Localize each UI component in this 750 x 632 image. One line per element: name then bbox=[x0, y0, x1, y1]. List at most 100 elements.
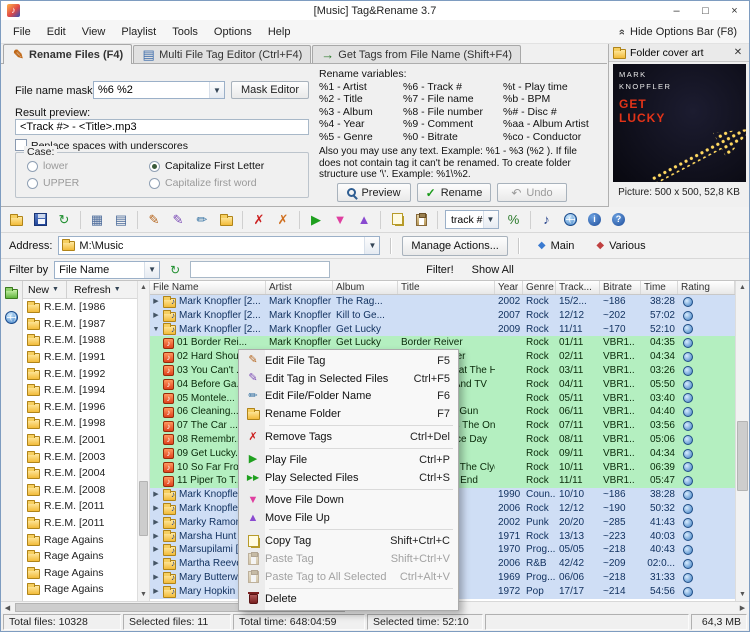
scrollbar-thumb[interactable] bbox=[737, 421, 748, 491]
tree-folder-item[interactable]: R.E.M. [2001 bbox=[23, 432, 137, 449]
folder-row[interactable]: ▶Mark Knopfler [2...Mark KnopflerKill to… bbox=[150, 309, 735, 323]
filter-field-combo[interactable]: File Name ▼ bbox=[54, 261, 160, 279]
column-header-track[interactable]: Track... bbox=[556, 281, 600, 294]
menu-tools[interactable]: Tools bbox=[164, 24, 206, 40]
undo-button[interactable]: ↶ Undo bbox=[497, 183, 567, 202]
tree-folder-item[interactable]: R.E.M. [2011 bbox=[23, 515, 137, 532]
menu-item-paste-tag-to-all-selected-files[interactable]: Paste Tag to All Selected FilesCtrl+Alt+… bbox=[241, 568, 456, 586]
tab-get-tags-from-file-name[interactable]: →Get Tags from File Name (Shift+F4) bbox=[312, 45, 521, 63]
help-button[interactable]: ? bbox=[608, 209, 630, 231]
case-option-lower[interactable]: lower bbox=[27, 160, 68, 172]
tree-folder-item[interactable]: R.E.M. [1986 bbox=[23, 299, 137, 316]
close-button[interactable]: × bbox=[720, 1, 749, 20]
various-action-button[interactable]: ◆ Various bbox=[588, 237, 653, 255]
move-file-down-button[interactable]: ▼ bbox=[329, 209, 351, 231]
menu-item-edit-file-tag[interactable]: ✎Edit File TagF5 bbox=[241, 352, 456, 370]
menu-item-paste-tag[interactable]: Paste TagShift+Ctrl+V bbox=[241, 550, 456, 568]
toolbar-gripper[interactable] bbox=[390, 238, 392, 254]
scroll-up-icon[interactable]: ▲ bbox=[138, 281, 149, 294]
mask-combo[interactable]: %6 %2 ▼ bbox=[93, 81, 225, 99]
web-search-button[interactable] bbox=[560, 209, 582, 231]
expander-icon[interactable]: ▶ bbox=[152, 571, 160, 585]
network-view-icon[interactable] bbox=[5, 311, 18, 324]
tree-folder-item[interactable]: R.E.M. [1998 bbox=[23, 415, 137, 432]
folder-row[interactable]: ▼Mark Knopfler [2...Mark KnopflerGet Luc… bbox=[150, 323, 735, 337]
dropdown-arrow-icon[interactable]: ▼ bbox=[364, 237, 379, 254]
column-header-rating[interactable]: Rating bbox=[678, 281, 735, 294]
column-header-time[interactable]: Time bbox=[641, 281, 678, 294]
tree-folder-item[interactable]: R.E.M. [1988 bbox=[23, 332, 137, 349]
toolbar-gripper[interactable] bbox=[518, 238, 520, 254]
tree-folder-item[interactable]: Rage Agains bbox=[23, 548, 137, 565]
auto-number-button[interactable]: % bbox=[503, 209, 525, 231]
menu-item-rename-folder[interactable]: Rename FolderF7 bbox=[241, 405, 456, 423]
scroll-up-icon[interactable]: ▲ bbox=[736, 281, 749, 294]
tree-folder-item[interactable]: Rage Agains bbox=[23, 531, 137, 548]
main-action-button[interactable]: ◆ Main bbox=[530, 237, 583, 255]
tree-folder-item[interactable]: R.E.M. [1994 bbox=[23, 382, 137, 399]
tree-folder-item[interactable]: R.E.M. [1996 bbox=[23, 399, 137, 416]
tree-folder-item[interactable]: R.E.M. [2008 bbox=[23, 482, 137, 499]
track-number-combo[interactable]: track #▼ bbox=[445, 210, 499, 229]
menu-item-play-selected-files[interactable]: ▶▶Play Selected FilesCtrl+S bbox=[241, 469, 456, 487]
column-header-genre[interactable]: Genre bbox=[523, 281, 556, 294]
edit-file-name-button[interactable]: ✏ bbox=[191, 209, 213, 231]
menu-item-delete[interactable]: Delete bbox=[241, 591, 456, 609]
column-header-year[interactable]: Year bbox=[495, 281, 523, 294]
dropdown-arrow-icon[interactable]: ▼ bbox=[144, 262, 159, 278]
expander-icon[interactable]: ▶ bbox=[152, 585, 160, 599]
address-combo[interactable]: M:\Music ▼ bbox=[58, 236, 380, 255]
menu-item-move-file-down[interactable]: ▼Move File Down bbox=[241, 492, 456, 510]
filter-input[interactable] bbox=[190, 261, 330, 278]
save-button[interactable] bbox=[29, 209, 51, 231]
copy-tag-button[interactable] bbox=[386, 209, 408, 231]
expander-icon[interactable]: ▶ bbox=[152, 530, 160, 544]
move-file-up-button[interactable]: ▲ bbox=[353, 209, 375, 231]
filter-refresh-button[interactable]: ↻ bbox=[166, 261, 184, 279]
play-file-button[interactable]: ▶ bbox=[305, 209, 327, 231]
tree-folder-item[interactable]: R.E.M. [2004 bbox=[23, 465, 137, 482]
scroll-right-icon[interactable]: ▶ bbox=[736, 602, 749, 613]
scroll-left-icon[interactable]: ◀ bbox=[1, 602, 14, 613]
case-option-capitalize-first-letter[interactable]: Capitalize First Letter bbox=[149, 160, 264, 172]
tree-folder-item[interactable]: R.E.M. [1991 bbox=[23, 349, 137, 366]
expander-icon[interactable]: ▶ bbox=[152, 295, 160, 309]
result-preview-field[interactable]: <Track #> - <Title>.mp3 bbox=[15, 119, 309, 135]
tree-folder-item[interactable]: R.E.M. [2003 bbox=[23, 448, 137, 465]
menu-item-move-file-up[interactable]: ▲Move File Up bbox=[241, 509, 456, 527]
info-button[interactable]: i bbox=[584, 209, 606, 231]
menu-item-remove-tags[interactable]: ✗Remove TagsCtrl+Del bbox=[241, 428, 456, 446]
menu-item-edit-file-folder-name[interactable]: ✏Edit File/Folder NameF6 bbox=[241, 388, 456, 406]
expander-icon[interactable]: ▶ bbox=[152, 502, 160, 516]
hide-options-bar-button[interactable]: » Hide Options Bar (F8) bbox=[619, 26, 745, 38]
menu-options[interactable]: Options bbox=[206, 24, 260, 40]
tree-refresh-button[interactable]: Refresh▼ bbox=[71, 283, 124, 297]
menu-file[interactable]: File bbox=[5, 24, 39, 40]
expander-icon[interactable]: ▶ bbox=[152, 543, 160, 557]
open-folder-button[interactable] bbox=[5, 209, 27, 231]
column-header-bitrate[interactable]: Bitrate bbox=[600, 281, 641, 294]
dropdown-arrow-icon[interactable]: ▼ bbox=[209, 82, 224, 98]
rename-button[interactable]: ✓ Rename bbox=[417, 183, 491, 202]
edit-selected-tags-button[interactable]: ✎ bbox=[167, 209, 189, 231]
paste-tag-button[interactable] bbox=[410, 209, 432, 231]
menu-view[interactable]: View bbox=[74, 24, 114, 40]
tab-multi-file-tag-editor[interactable]: ▤Multi File Tag Editor (Ctrl+F4) bbox=[133, 45, 311, 63]
scroll-down-icon[interactable]: ▼ bbox=[138, 588, 149, 601]
maximize-button[interactable]: □ bbox=[691, 1, 720, 20]
folders-view-icon[interactable] bbox=[5, 289, 18, 299]
tree-folder-item[interactable]: R.E.M. [1992 bbox=[23, 365, 137, 382]
remove-tag-v2-button[interactable]: ✗ bbox=[272, 209, 294, 231]
minimize-button[interactable]: – bbox=[662, 1, 691, 20]
tree-folder-item[interactable]: R.E.M. [2011 bbox=[23, 498, 137, 515]
album-cover-image[interactable]: MARK KNOPFLER GET LUCKY bbox=[613, 64, 746, 182]
column-header-title[interactable]: Title bbox=[398, 281, 495, 294]
new-folder-button[interactable]: New▼ bbox=[25, 283, 62, 297]
preview-button[interactable]: Preview bbox=[337, 183, 411, 202]
case-option-upper[interactable]: UPPER bbox=[27, 177, 79, 189]
expander-icon[interactable]: ▶ bbox=[152, 309, 160, 323]
show-all-button[interactable]: Show All bbox=[466, 262, 520, 278]
expander-icon[interactable]: ▼ bbox=[152, 323, 160, 337]
close-icon[interactable]: ✕ bbox=[731, 47, 745, 58]
menu-playlist[interactable]: Playlist bbox=[113, 24, 164, 40]
